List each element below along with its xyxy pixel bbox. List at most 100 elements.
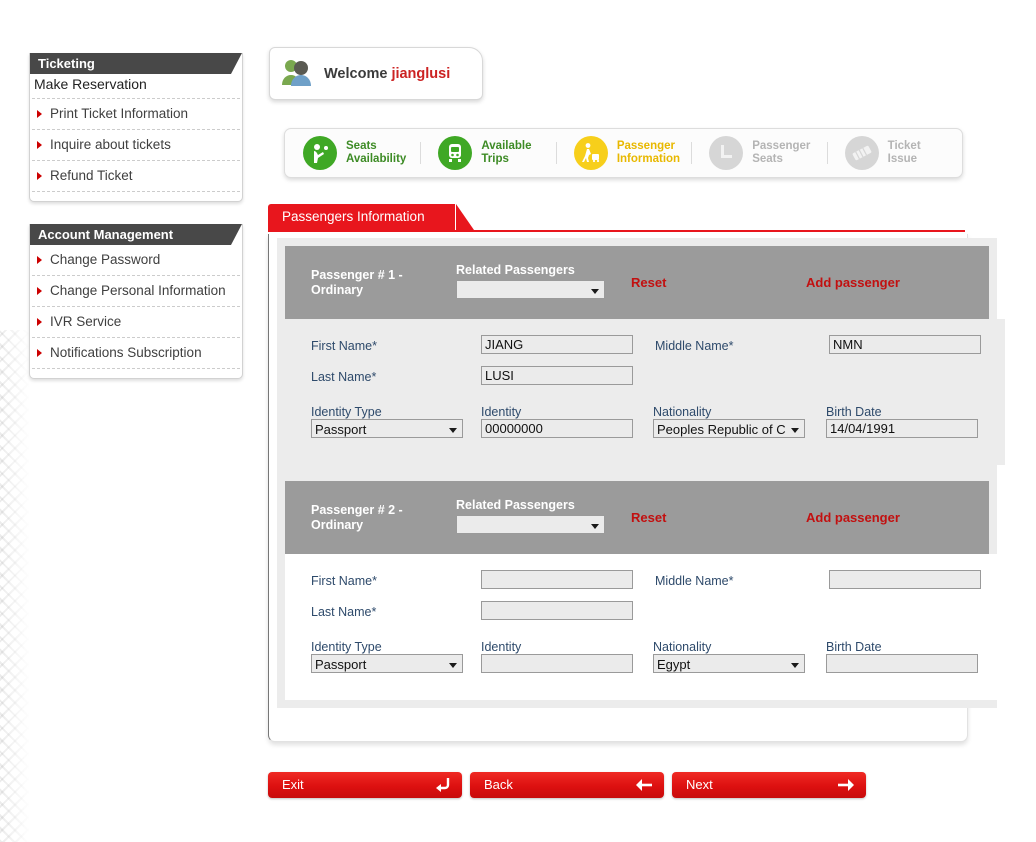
identity-input-2[interactable] [481, 654, 633, 673]
identity-input-1[interactable] [481, 419, 633, 438]
last-name-label-text: Last Name [311, 370, 372, 384]
bullet-arrow-icon [37, 318, 42, 326]
add-passenger-link-2[interactable]: Add passenger [806, 510, 900, 525]
identity-group-1: Identity [481, 405, 653, 438]
passenger-block-2: Passenger # 2 - Ordinary Related Passeng… [277, 473, 1005, 708]
nationality-label: Nationality [653, 405, 712, 419]
sidebar-item-print-ticket-information[interactable]: Print Ticket Information [32, 99, 240, 130]
middle-name-input-2[interactable] [829, 570, 981, 589]
last-name-input-2[interactable] [481, 601, 633, 620]
sidebar-item-change-personal-information[interactable]: Change Personal Information [32, 276, 240, 307]
welcome-text: Welcome jianglusi [324, 66, 450, 82]
identity-label: Identity [481, 405, 522, 419]
reset-wrap-1: Reset [631, 275, 806, 290]
next-button-label: Next [686, 777, 713, 792]
nationality-select-2[interactable]: Egypt [653, 654, 805, 673]
wizard-step-passenger-information[interactable]: Passenger Information [555, 136, 691, 170]
sidebar-item-label: Change Password [50, 252, 161, 267]
reset-link-2[interactable]: Reset [631, 510, 666, 525]
tab-passengers-information[interactable]: Passengers Information [268, 204, 455, 230]
birth-date-input-1[interactable] [826, 419, 978, 438]
nationality-select-1[interactable]: Peoples Republic of C [653, 419, 805, 438]
arrow-left-icon [634, 776, 654, 803]
sidebar-item-label: Notifications Subscription [50, 345, 202, 360]
wizard-step-available-trips[interactable]: Available Trips [420, 136, 555, 170]
sidebar-item-change-password[interactable]: Change Password [32, 245, 240, 276]
sidebar-item-label: IVR Service [50, 314, 122, 329]
passenger-title-1: Passenger # 1 - Ordinary [311, 268, 456, 298]
bullet-arrow-icon [37, 287, 42, 295]
wizard-steps: Seats Availability Available Trips Passe… [284, 128, 963, 178]
nationality-group-2: Nationality Egypt [653, 640, 826, 676]
reset-link-1[interactable]: Reset [631, 275, 666, 290]
sidebar-item-refund-ticket[interactable]: Refund Ticket [32, 161, 240, 192]
birth-date-group-1: Birth Date [826, 405, 978, 438]
welcome-username: jianglusi [391, 65, 451, 82]
wizard-step-label: Seats Availability [346, 140, 406, 166]
middle-name-input-1[interactable] [829, 335, 981, 354]
wizard-step-seats-availability[interactable]: Seats Availability [285, 136, 420, 170]
add-passenger-link-1[interactable]: Add passenger [806, 275, 900, 290]
passenger-title-line2: Ordinary [311, 517, 364, 532]
required-asterisk: * [728, 574, 734, 588]
seat-icon [709, 136, 744, 170]
sidebar-item-label: Inquire about tickets [50, 137, 171, 152]
first-name-input-2[interactable] [481, 570, 633, 589]
sidebar-item-label: Change Personal Information [50, 283, 226, 298]
birth-date-group-2: Birth Date [826, 640, 978, 673]
related-passengers-select-1[interactable] [456, 280, 605, 299]
last-name-label-1: Last Name* [311, 366, 481, 384]
bullet-arrow-icon [37, 172, 42, 180]
identity-type-select-2[interactable]: Passport [311, 654, 463, 673]
passenger-header-1: Passenger # 1 - Ordinary Related Passeng… [285, 246, 989, 319]
related-passengers-label: Related Passengers [456, 498, 575, 512]
identity-type-select-1[interactable]: Passport [311, 419, 463, 438]
sidebar-item-ivr-service[interactable]: IVR Service [32, 307, 240, 338]
identity-row-1: Identity Type Passport Identity National… [293, 405, 997, 441]
related-passengers-group-2: Related Passengers [456, 498, 631, 537]
birth-date-label: Birth Date [826, 640, 882, 654]
step-label-line1: Seats [346, 140, 377, 152]
sidebar-item-label: Print Ticket Information [50, 106, 189, 121]
back-button[interactable]: Back [470, 772, 664, 798]
sidebar-panel-ticketing: Ticketing Make Reservation Print Ticket … [29, 53, 243, 202]
users-avatar-icon [280, 57, 314, 90]
sidebar: Ticketing Make Reservation Print Ticket … [29, 53, 243, 401]
related-passengers-label: Related Passengers [456, 263, 575, 277]
sidebar-panel-title-account-management: Account Management [30, 224, 242, 245]
next-button[interactable]: Next [672, 772, 866, 798]
wizard-step-label: Passenger Information [617, 140, 680, 166]
step-label-line2: Information [616, 153, 681, 165]
passenger-title-line1: Passenger # 2 - [311, 502, 403, 517]
sidebar-item-make-reservation[interactable]: Make Reservation [32, 74, 240, 99]
return-arrow-icon [432, 776, 452, 803]
first-name-input-1[interactable] [481, 335, 633, 354]
sidebar-item-notifications-subscription[interactable]: Notifications Subscription [32, 338, 240, 369]
passenger-fields-2: First Name* Middle Name* Last Name* Iden… [285, 554, 1005, 700]
last-name-label-2: Last Name* [311, 601, 481, 619]
step-label-line2: Issue [887, 153, 918, 165]
decorative-lattice-watermark [0, 330, 30, 842]
passenger-title-line1: Passenger # 1 - [311, 267, 403, 282]
identity-type-label: Identity Type [311, 640, 382, 654]
first-name-label-text: First Name [311, 339, 373, 353]
step-label-line2: Trips [481, 153, 509, 165]
related-passengers-select-2[interactable] [456, 515, 605, 534]
required-asterisk: * [371, 370, 377, 384]
birth-date-input-2[interactable] [826, 654, 978, 673]
step-label-line1: Passenger [752, 140, 811, 152]
tab-underline [268, 230, 965, 232]
passenger-header-2: Passenger # 2 - Ordinary Related Passeng… [285, 481, 989, 554]
train-icon [438, 136, 473, 170]
middle-name-label-text: Middle Name [655, 574, 729, 588]
identity-group-2: Identity [481, 640, 653, 673]
last-name-input-1[interactable] [481, 366, 633, 385]
sidebar-item-inquire-about-tickets[interactable]: Inquire about tickets [32, 130, 240, 161]
ticket-icon [844, 136, 879, 170]
birth-date-label: Birth Date [826, 405, 882, 419]
passenger-block-1: Passenger # 1 - Ordinary Related Passeng… [277, 238, 1005, 473]
exit-button[interactable]: Exit [268, 772, 462, 798]
bullet-arrow-icon [37, 256, 42, 264]
identity-type-group-1: Identity Type Passport [311, 405, 481, 441]
sidebar-item-label: Make Reservation [34, 76, 147, 92]
